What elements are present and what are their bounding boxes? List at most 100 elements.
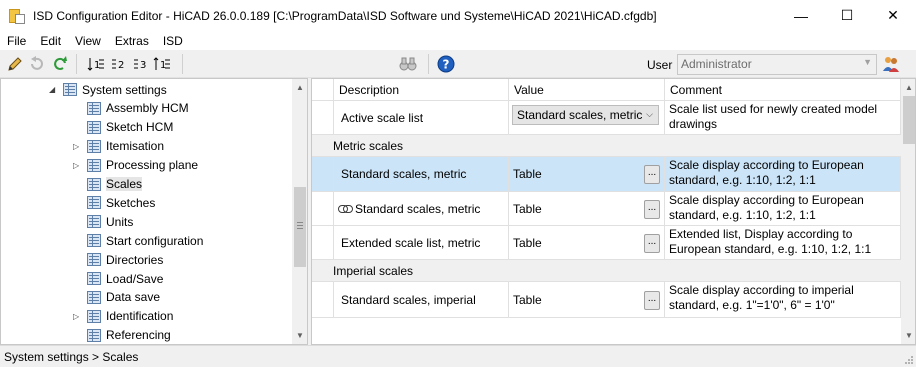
menu-edit[interactable]: Edit xyxy=(33,34,68,48)
refresh-icon[interactable] xyxy=(51,55,69,73)
chevron-down-icon: ▼ xyxy=(863,57,872,67)
row-comment: Scale display according to imperial stan… xyxy=(665,282,901,318)
status-bar: System settings > Scales xyxy=(0,345,916,367)
tree-item-sketches[interactable]: Sketches xyxy=(87,193,155,212)
menu-extras[interactable]: Extras xyxy=(108,34,156,48)
tree-item-system-settings[interactable]: ◢ System settings xyxy=(49,80,167,99)
grid-scrollbar[interactable]: ▲ ▼ xyxy=(901,79,915,344)
sort-1-icon[interactable]: 1 xyxy=(87,55,105,73)
table-row[interactable]: Active scale list Standard scales, metri… xyxy=(312,101,915,135)
table-row[interactable]: Standard scales, metric Table ... Scale … xyxy=(312,157,915,192)
tree-item-scales[interactable]: Scales xyxy=(87,175,143,194)
tree-item-start-configuration[interactable]: Start configuration xyxy=(87,231,203,250)
edit-table-button[interactable]: ... xyxy=(644,233,660,253)
user-label: User xyxy=(647,58,673,72)
tree-item-label: Load/Save xyxy=(106,271,164,286)
svg-text:?: ? xyxy=(443,58,450,72)
scroll-up-icon[interactable]: ▲ xyxy=(901,79,915,96)
tree-item-data-save[interactable]: Data save xyxy=(87,288,160,307)
tree-item-label: Sketches xyxy=(106,195,156,210)
settings-table-icon xyxy=(87,253,101,267)
maximize-button[interactable]: ☐ xyxy=(824,0,870,31)
group-header-metric[interactable]: Metric scales xyxy=(312,135,915,157)
settings-grid: Description Value Comment Active scale l… xyxy=(311,78,916,345)
settings-table-icon xyxy=(87,177,101,191)
table-row[interactable]: Standard scales, imperial Table ... Scal… xyxy=(312,282,915,318)
help-icon[interactable]: ? xyxy=(437,55,455,73)
close-button[interactable]: ✕ xyxy=(870,0,916,31)
tree-item-itemisation[interactable]: ▷ Itemisation xyxy=(73,137,165,156)
tree-scrollbar[interactable]: ▲ ▼ xyxy=(292,79,307,344)
scroll-up-icon[interactable]: ▲ xyxy=(292,79,307,96)
link-icon xyxy=(338,204,353,213)
column-header-value[interactable]: Value xyxy=(509,79,665,101)
edit-table-button[interactable]: ... xyxy=(644,165,660,184)
expand-arrow-icon[interactable]: ▷ xyxy=(73,142,83,151)
table-row[interactable]: Extended scale list, metric Table ... Ex… xyxy=(312,226,915,260)
tree-item-units[interactable]: Units xyxy=(87,212,133,231)
tree-item-label: Itemisation xyxy=(106,139,165,154)
tree-item-label: Identification xyxy=(106,309,174,324)
tree-item-label: Processing plane xyxy=(106,158,199,173)
menu-file[interactable]: File xyxy=(0,34,33,48)
edit-table-button[interactable]: ... xyxy=(644,290,660,310)
minimize-button[interactable]: — xyxy=(778,0,824,31)
expand-arrow-icon[interactable]: ▷ xyxy=(73,161,83,170)
scroll-down-icon[interactable]: ▼ xyxy=(292,327,307,344)
tree-item-assembly-hcm[interactable]: Assembly HCM xyxy=(87,99,189,118)
menu-view[interactable]: View xyxy=(68,34,108,48)
tree-item-label: System settings xyxy=(82,82,167,97)
active-scale-list-select[interactable]: Standard scales, metric ⌵ xyxy=(512,105,659,125)
users-icon[interactable] xyxy=(882,55,900,73)
settings-table-icon xyxy=(87,215,101,229)
column-header-comment[interactable]: Comment xyxy=(665,79,901,101)
group-header-imperial[interactable]: Imperial scales xyxy=(312,260,915,282)
tree-item-sketch-hcm[interactable]: Sketch HCM xyxy=(87,118,173,137)
collapse-arrow-icon[interactable]: ◢ xyxy=(49,85,59,94)
binoculars-icon[interactable] xyxy=(399,55,417,73)
settings-table-icon xyxy=(87,101,101,115)
title-bar: ISD Configuration Editor - HiCAD 26.0.0.… xyxy=(0,0,916,31)
undo-icon[interactable] xyxy=(27,55,45,73)
row-value: Table xyxy=(513,292,542,307)
grid-corner xyxy=(312,79,334,101)
row-description: Extended scale list, metric xyxy=(334,226,509,260)
settings-table-icon xyxy=(63,83,77,96)
svg-text:1: 1 xyxy=(160,60,166,71)
row-description: Standard scales, metric xyxy=(355,201,481,216)
tree-item-label: Scales xyxy=(106,177,143,191)
sort-4-icon[interactable]: 1 xyxy=(153,55,171,73)
tree-item-load-save[interactable]: Load/Save xyxy=(87,269,163,288)
row-comment: Extended list, Display according to Euro… xyxy=(665,226,901,260)
settings-tree[interactable]: ◢ System settings Assembly HCM Sketch HCM ▷ I… xyxy=(0,78,308,345)
status-path: System settings > Scales xyxy=(4,350,139,364)
tree-item-referencing[interactable]: Referencing xyxy=(87,326,171,344)
pencil-icon[interactable] xyxy=(6,55,24,73)
scroll-down-icon[interactable]: ▼ xyxy=(901,327,915,344)
row-value: Table xyxy=(513,201,542,216)
scrollbar-thumb[interactable] xyxy=(903,96,915,144)
menu-isd[interactable]: ISD xyxy=(156,34,190,48)
settings-table-icon xyxy=(87,309,101,323)
sort-2-icon[interactable]: 2 xyxy=(110,55,128,73)
row-comment: Scale display according to European stan… xyxy=(665,192,901,226)
tree-item-directories[interactable]: Directories xyxy=(87,250,163,269)
app-icon xyxy=(9,8,25,24)
column-header-description[interactable]: Description xyxy=(334,79,509,101)
tree-item-processing-plane[interactable]: ▷ Processing plane xyxy=(73,156,199,175)
user-select-value: Administrator xyxy=(681,57,752,71)
tree-item-label: Assembly HCM xyxy=(106,101,189,116)
resize-grip-icon[interactable] xyxy=(904,355,914,365)
user-select[interactable]: Administrator ▼ xyxy=(677,54,877,75)
row-value: Table xyxy=(513,235,542,250)
tree-item-label: Sketch HCM xyxy=(106,120,174,135)
svg-text:1: 1 xyxy=(94,60,100,71)
settings-table-icon xyxy=(87,196,101,210)
tree-item-identification[interactable]: ▷ Identification xyxy=(73,307,174,326)
edit-table-button[interactable]: ... xyxy=(644,199,660,219)
sort-3-icon[interactable]: 3 xyxy=(132,55,150,73)
svg-text:2: 2 xyxy=(118,60,124,71)
expand-arrow-icon[interactable]: ▷ xyxy=(73,312,83,321)
table-row[interactable]: Standard scales, metric Table ... Scale … xyxy=(312,192,915,226)
menu-bar: File Edit View Extras ISD xyxy=(0,31,916,50)
